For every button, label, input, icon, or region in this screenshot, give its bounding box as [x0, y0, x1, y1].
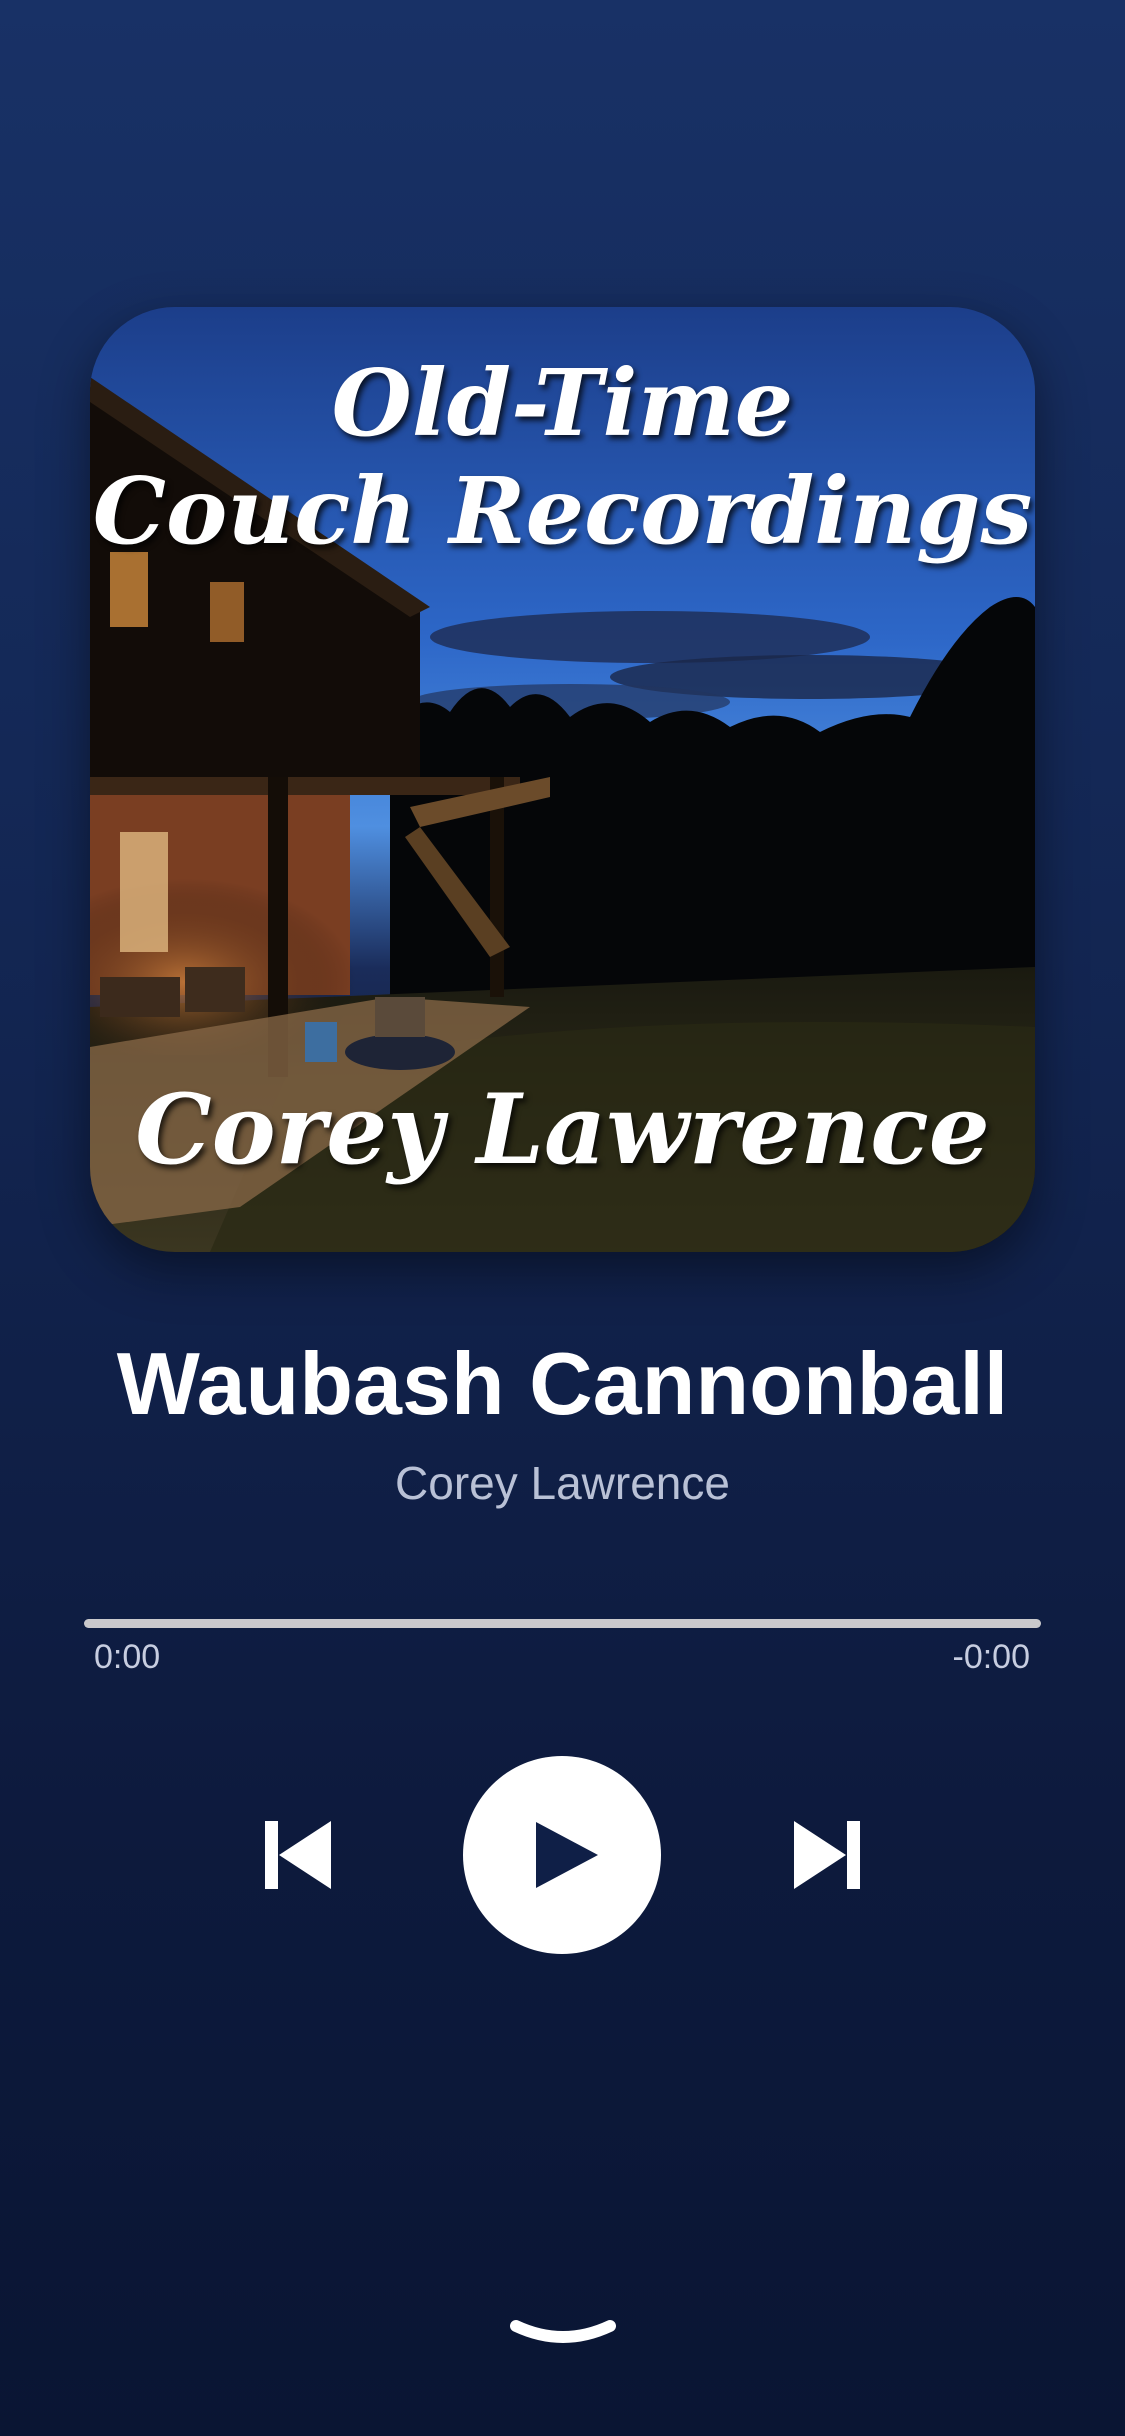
song-artist[interactable]: Corey Lawrence: [0, 1460, 1125, 1506]
play-button[interactable]: [463, 1756, 661, 1954]
previous-track-button[interactable]: [248, 1800, 348, 1910]
next-track-button[interactable]: [777, 1800, 877, 1910]
album-artwork: Old-Time Couch Recordings Corey Lawrence: [90, 307, 1035, 1252]
collapse-button[interactable]: [502, 2310, 624, 2360]
song-title: Waubash Cannonball: [116, 1334, 1009, 1433]
play-icon: [536, 1822, 598, 1888]
remaining-time: -0:00: [952, 1638, 1031, 1676]
progress-bar[interactable]: [84, 1619, 1041, 1628]
next-track-icon: [794, 1821, 860, 1889]
artwork-artist: Corey Lawrence: [135, 1073, 990, 1186]
chevron-down-icon: [510, 2320, 616, 2343]
artwork-title-line2: Couch Recordings: [92, 457, 1033, 565]
previous-track-icon: [265, 1821, 331, 1889]
artwork-title-line1: Old-Time: [331, 349, 794, 457]
elapsed-time: 0:00: [94, 1638, 161, 1676]
